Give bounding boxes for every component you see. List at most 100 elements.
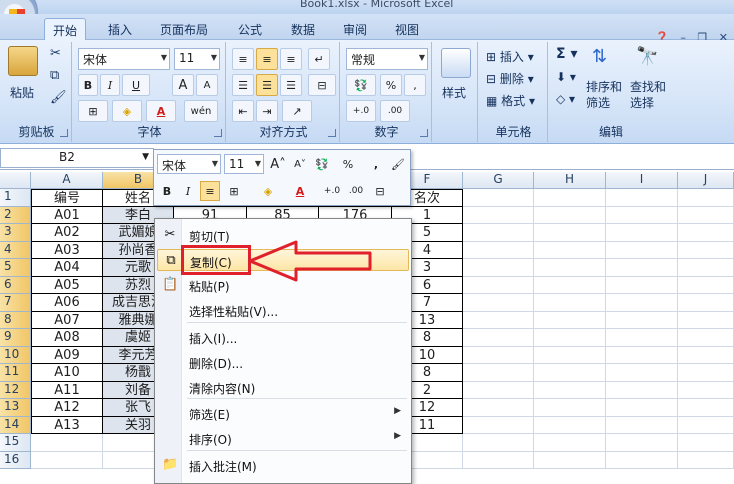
cell-i15[interactable] — [606, 434, 678, 452]
cell-h14[interactable] — [534, 416, 606, 434]
font-color-icon[interactable]: A — [146, 100, 176, 122]
italic-button[interactable]: I — [100, 74, 120, 96]
font-size-combo[interactable]: 11 ▼ — [174, 48, 220, 70]
column-header-i[interactable]: I — [606, 172, 678, 189]
cell-h12[interactable] — [534, 381, 606, 399]
tab-page-layout[interactable]: 页面布局 — [152, 18, 216, 40]
cell-h7[interactable] — [534, 294, 606, 312]
cell-a10[interactable]: A09 — [31, 346, 103, 364]
fill-color-icon[interactable]: ◈ — [112, 100, 142, 122]
mini-bold-button[interactable]: B — [157, 181, 177, 201]
row-header-16[interactable]: 16 — [0, 451, 31, 469]
increase-decimal-icon[interactable]: +.0 — [346, 100, 376, 122]
row-header-7[interactable]: 7 — [0, 294, 31, 312]
cell-j6[interactable] — [678, 276, 734, 294]
mini-borders-icon[interactable]: ⊞ — [224, 181, 244, 201]
cell-j4[interactable] — [678, 241, 734, 259]
mini-comma-button[interactable]: , — [366, 154, 386, 174]
mini-italic-button[interactable]: I — [178, 181, 198, 201]
mini-decrease-decimal-icon[interactable]: .00 — [346, 181, 366, 201]
paste-icon[interactable] — [8, 46, 38, 76]
cell-i6[interactable] — [606, 276, 678, 294]
increase-indent-icon[interactable]: ⇥ — [256, 100, 278, 122]
row-header-13[interactable]: 13 — [0, 399, 31, 417]
shrink-font-button[interactable]: A — [196, 74, 218, 96]
find-select-label[interactable]: 查找和 — [630, 78, 666, 95]
row-header-8[interactable]: 8 — [0, 311, 31, 329]
row-header-9[interactable]: 9 — [0, 329, 31, 347]
cell-g6[interactable] — [463, 276, 534, 294]
cell-i16[interactable] — [606, 451, 678, 469]
row-header-4[interactable]: 4 — [0, 241, 31, 259]
cell-j10[interactable] — [678, 346, 734, 364]
grow-font-button[interactable]: A — [172, 74, 194, 96]
cell-i10[interactable] — [606, 346, 678, 364]
cell-i7[interactable] — [606, 294, 678, 312]
currency-icon[interactable]: 💱 — [346, 74, 376, 96]
column-header-g[interactable]: G — [463, 172, 534, 189]
cell-a16[interactable] — [31, 451, 103, 469]
cell-g10[interactable] — [463, 346, 534, 364]
cell-a12[interactable]: A11 — [31, 381, 103, 399]
tab-insert[interactable]: 插入 — [100, 18, 140, 40]
cell-g7[interactable] — [463, 294, 534, 312]
mini-font-color-icon[interactable]: A — [290, 181, 310, 201]
cell-h13[interactable] — [534, 399, 606, 417]
cell-j7[interactable] — [678, 294, 734, 312]
cell-i13[interactable] — [606, 399, 678, 417]
cell-g9[interactable] — [463, 329, 534, 347]
tab-formulas[interactable]: 公式 — [230, 18, 270, 40]
copy-icon[interactable]: ⧉ — [50, 68, 59, 83]
cell-a1[interactable]: 编号 — [31, 189, 103, 207]
cell-g15[interactable] — [463, 434, 534, 452]
cell-h8[interactable] — [534, 311, 606, 329]
cell-g3[interactable] — [463, 224, 534, 242]
tab-data[interactable]: 数据 — [283, 18, 323, 40]
cell-g13[interactable] — [463, 399, 534, 417]
menu-item-9[interactable]: 排序(O) ▶ — [157, 427, 409, 449]
cell-j11[interactable] — [678, 364, 734, 382]
mini-grow-font-icon[interactable]: A˄ — [268, 154, 288, 174]
cell-g1[interactable] — [463, 189, 534, 207]
cell-i3[interactable] — [606, 224, 678, 242]
cell-h5[interactable] — [534, 259, 606, 277]
mini-format-painter-icon[interactable]: 🖌 — [388, 154, 408, 174]
mini-align-center-icon[interactable]: ≡ — [200, 181, 220, 201]
cells-insert-button[interactable]: ⊞ 插入 ▾ — [486, 48, 534, 65]
cell-i2[interactable] — [606, 206, 678, 224]
percent-button[interactable]: % — [380, 74, 402, 96]
bold-button[interactable]: B — [78, 74, 98, 96]
row-header-10[interactable]: 10 — [0, 346, 31, 364]
menu-item-10[interactable]: 📁 插入批注(M) — [157, 454, 409, 476]
row-header-12[interactable]: 12 — [0, 381, 31, 399]
cell-i12[interactable] — [606, 381, 678, 399]
cell-a3[interactable]: A02 — [31, 224, 103, 242]
cell-j14[interactable] — [678, 416, 734, 434]
cell-j5[interactable] — [678, 259, 734, 277]
row-header-14[interactable]: 14 — [0, 416, 31, 434]
cell-g8[interactable] — [463, 311, 534, 329]
menu-item-4[interactable]: 选择性粘贴(V)... — [157, 299, 409, 321]
cell-j15[interactable] — [678, 434, 734, 452]
row-header-11[interactable]: 11 — [0, 364, 31, 382]
mini-merge-icon[interactable]: ⊟ — [370, 181, 390, 201]
cell-h1[interactable] — [534, 189, 606, 207]
menu-item-5[interactable]: 插入(I)... — [157, 326, 409, 348]
mini-font-combo[interactable]: 宋体 ▼ — [157, 154, 221, 174]
cell-a14[interactable]: A13 — [31, 416, 103, 434]
cell-i5[interactable] — [606, 259, 678, 277]
font-name-combo[interactable]: 宋体 ▼ — [78, 48, 170, 70]
menu-item-8[interactable]: 筛选(E) ▶ — [157, 402, 409, 424]
row-header-15[interactable]: 15 — [0, 434, 31, 452]
mini-increase-decimal-icon[interactable]: +.0 — [322, 181, 342, 201]
decrease-decimal-icon[interactable]: .00 — [380, 100, 410, 122]
cell-i8[interactable] — [606, 311, 678, 329]
mini-currency-icon[interactable]: 💱 — [312, 154, 332, 174]
cell-j8[interactable] — [678, 311, 734, 329]
number-launcher-icon[interactable] — [420, 129, 428, 137]
autosum-icon[interactable]: Σ ▾ — [556, 46, 577, 62]
align-right-icon[interactable]: ☰ — [280, 74, 302, 96]
cell-g5[interactable] — [463, 259, 534, 277]
tab-home[interactable]: 开始 — [44, 18, 87, 40]
align-bottom-icon[interactable]: ≡ — [280, 48, 302, 70]
